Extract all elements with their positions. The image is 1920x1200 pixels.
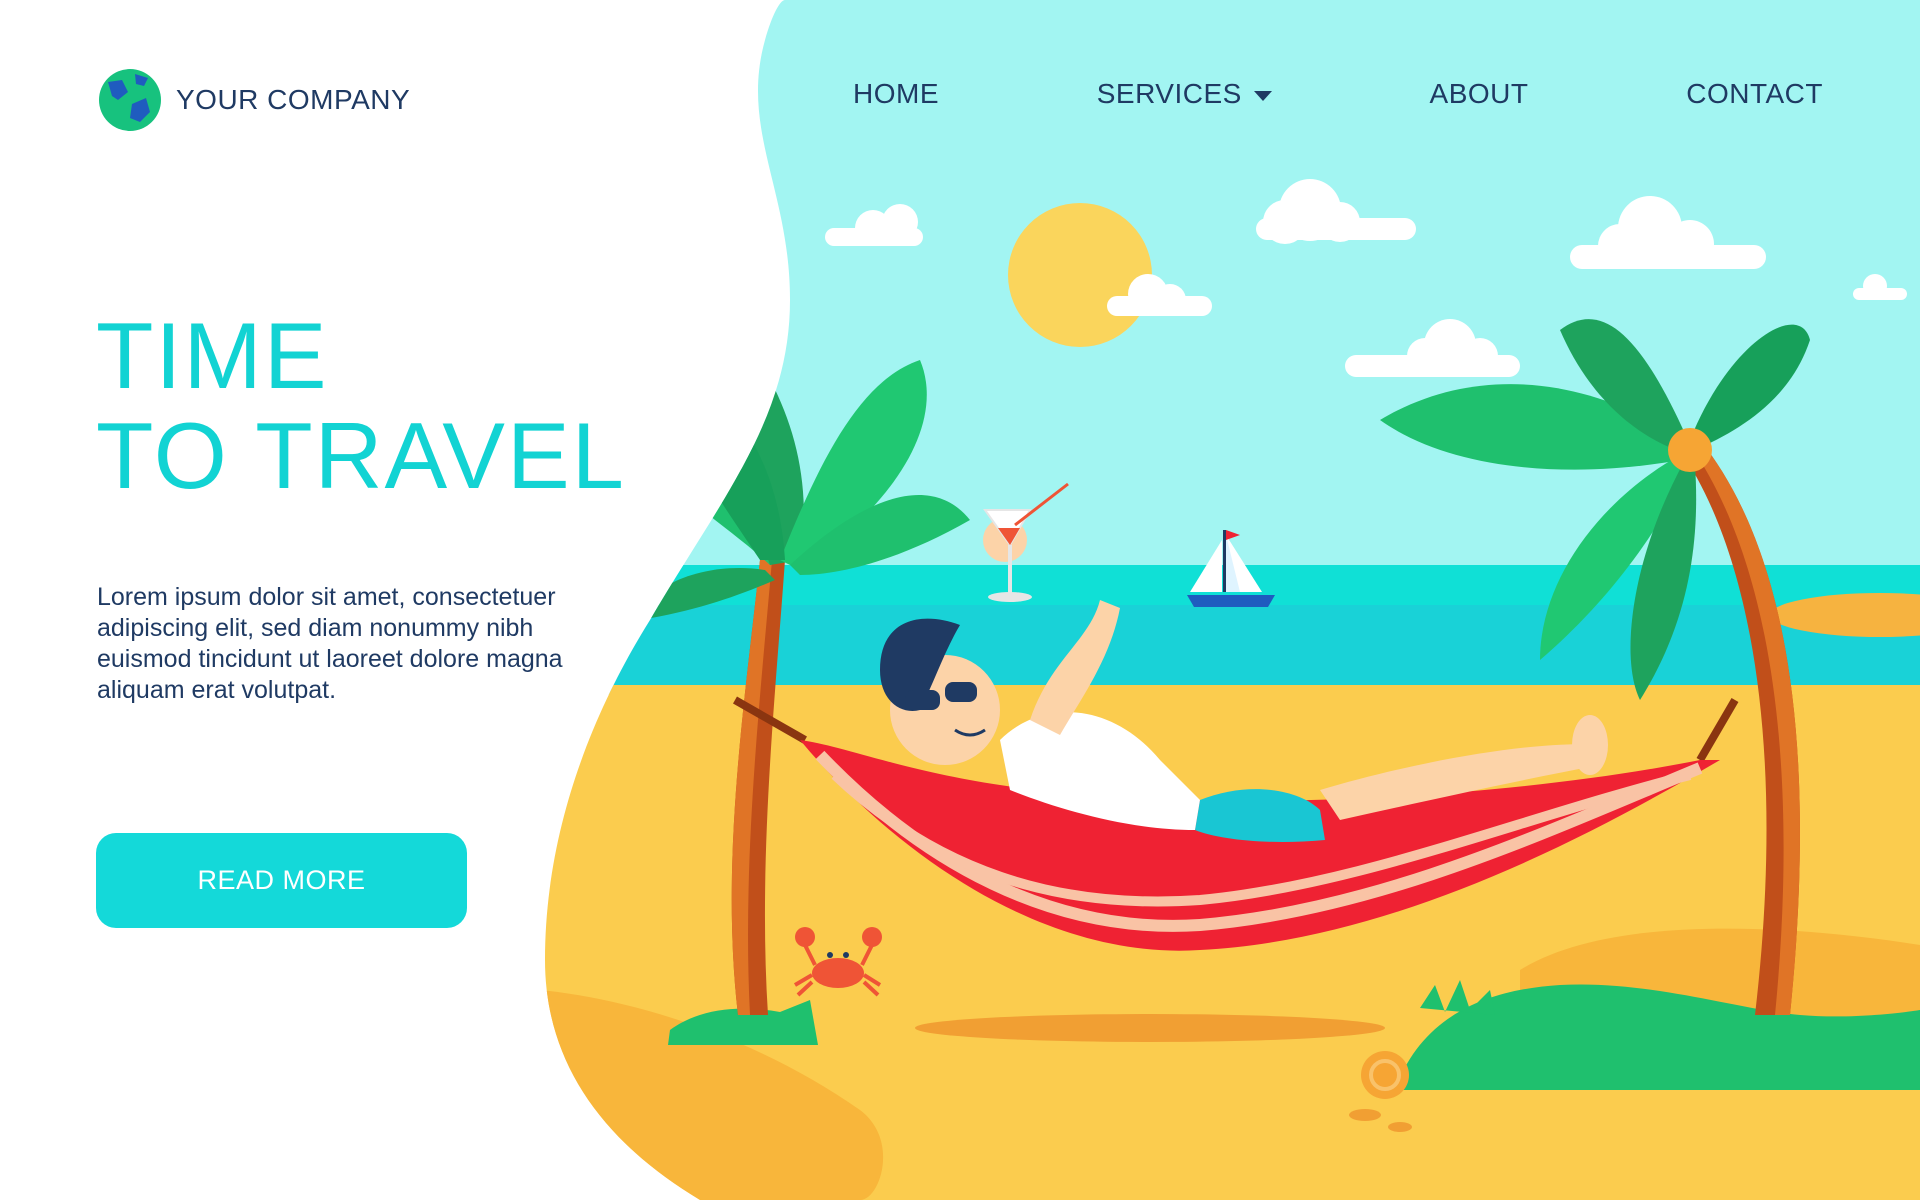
hero-description: Lorem ipsum dolor sit amet, consectetuer… bbox=[97, 583, 563, 704]
read-more-button[interactable]: READ MORE bbox=[96, 833, 467, 928]
landing-page: YOUR COMPANY HOME SERVICES ABOUT CONTACT… bbox=[0, 0, 1920, 1200]
logo-icon-spacer bbox=[98, 68, 162, 132]
nav-services-label: SERVICES bbox=[1096, 78, 1242, 109]
sun-icon bbox=[1008, 203, 1152, 347]
company-name: YOUR COMPANY bbox=[176, 84, 411, 115]
hero-title-line-2: TO TRAVEL bbox=[96, 403, 626, 508]
nav-home-label: HOME bbox=[853, 78, 939, 109]
nav-home[interactable]: HOME bbox=[853, 78, 939, 110]
nav-services[interactable]: SERVICES bbox=[1097, 78, 1272, 110]
hero-title: TIME TO TRAVEL bbox=[96, 306, 626, 506]
main-nav: HOME SERVICES ABOUT CONTACT bbox=[853, 78, 1823, 110]
company-logo[interactable]: YOUR COMPANY bbox=[98, 68, 410, 132]
hammock-shadow bbox=[915, 1014, 1385, 1042]
nav-contact-label: CONTACT bbox=[1686, 78, 1823, 109]
caret-down-icon bbox=[1253, 91, 1272, 101]
hero-title-line-1: TIME bbox=[96, 303, 329, 408]
nav-about[interactable]: ABOUT bbox=[1430, 78, 1529, 110]
nav-about-label: ABOUT bbox=[1429, 78, 1529, 109]
nav-contact[interactable]: CONTACT bbox=[1686, 78, 1823, 110]
